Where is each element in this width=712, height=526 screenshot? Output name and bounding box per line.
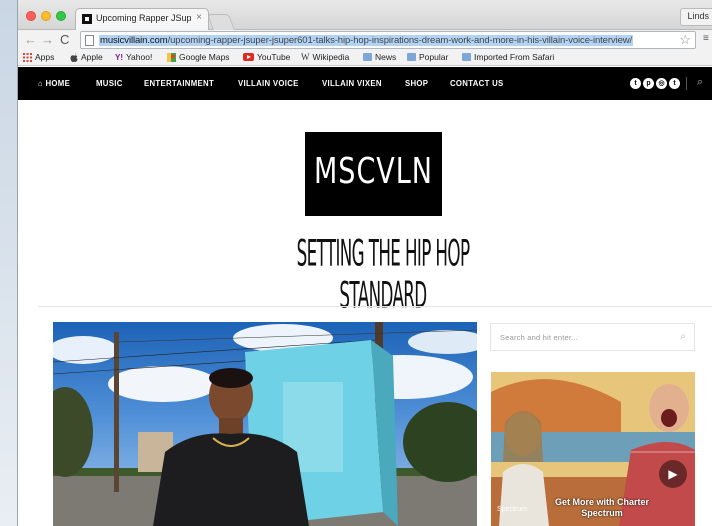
bookmark-label: News [375,52,397,62]
search-icon[interactable]: ⌕ [680,331,686,342]
nav-home[interactable]: ⌂ HOME [38,79,70,88]
twitter-icon[interactable]: t [630,78,641,89]
nav-home-label: HOME [45,79,71,88]
tab-close-icon[interactable]: × [196,12,202,23]
site-logo[interactable]: MSCVLN [305,132,442,216]
sidebar-search-input[interactable]: Search and hit enter... ⌕ [490,323,695,351]
new-tab-button[interactable] [207,14,235,30]
bookmark-label: Yahoo! [126,52,153,62]
bookmark-label: Imported From Safari [474,52,555,62]
url-text[interactable]: musicvillain.com/upcoming-rapper-jsuper-… [99,35,634,46]
browser-window: Upcoming Rapper JSuper × Linds ← → C mus… [17,0,712,526]
bookmarks-bar: Apps Apple Y! Yahoo! Google Maps YouTube… [18,50,712,66]
bookmark-label: Wikipedia [312,52,350,62]
folder-icon [462,53,471,61]
play-video-icon[interactable]: ▶ [659,460,687,488]
profile-button[interactable]: Linds [680,8,712,26]
bookmark-news[interactable]: News [363,52,396,62]
browser-toolbar: ← → C musicvillain.com/upcoming-rapper-j… [18,30,712,50]
instagram-icon[interactable]: ◎ [656,78,667,89]
bookmark-google-maps[interactable]: Google Maps [167,52,230,62]
google-maps-icon [167,52,176,62]
sidebar-video-ad[interactable]: ▶ Spectrum Get More with Charter Spectru… [491,372,695,526]
folder-icon [363,53,372,61]
url-domain: musicvillain.com [100,35,168,46]
wikipedia-icon: W [301,52,310,62]
nav-entertainment[interactable]: ENTERTAINMENT [144,79,214,88]
bookmark-label: YouTube [257,52,291,62]
address-bar[interactable]: musicvillain.com/upcoming-rapper-jsuper-… [80,31,696,49]
minimize-window-button[interactable] [41,11,51,21]
desktop-background [0,0,18,526]
bookmark-star-icon[interactable]: ☆ [679,32,691,48]
nav-villain-vixen[interactable]: VILLAIN VIXEN [322,79,382,88]
browser-tab[interactable]: Upcoming Rapper JSuper × [75,8,209,30]
search-placeholder: Search and hit enter... [500,333,578,342]
zoom-window-button[interactable] [56,11,66,21]
ad-caption: Get More with Charter Spectrum [554,497,649,518]
nav-contact-us[interactable]: CONTACT US [450,79,504,88]
logo-text: MSCVLN [314,150,433,193]
nav-villain-voice[interactable]: VILLAIN VOICE [238,79,299,88]
url-path: /upcoming-rapper-jsuper-jsuper601-talks-… [167,35,633,46]
tumblr-icon[interactable]: t [669,78,680,89]
bookmark-popular[interactable]: Popular [407,52,448,62]
close-window-button[interactable] [26,11,36,21]
nav-music[interactable]: MUSIC [96,79,123,88]
site-navigation: ⌂ HOME MUSIC ENTERTAINMENT VILLAIN VOICE… [18,67,712,100]
yahoo-icon: Y! [115,52,123,62]
pinterest-icon[interactable]: p [643,78,654,89]
site-tagline: SETTING THE HIP HOP STANDARD [296,233,470,317]
tab-bar: Upcoming Rapper JSuper × Linds [18,0,712,30]
bookmark-imported-from-safari[interactable]: Imported From Safari [462,52,554,62]
forward-arrow-icon[interactable]: → [41,32,54,48]
bookmark-label: Google Maps [179,52,230,62]
nav-shop[interactable]: SHOP [405,79,428,88]
menu-icon[interactable]: ≡ [703,33,709,44]
bookmark-youtube[interactable]: YouTube [243,52,290,62]
bookmark-wikipedia[interactable]: W Wikipedia [301,52,349,62]
nav-divider [686,77,687,90]
bookmark-label: Popular [419,52,449,62]
bookmark-label: Apps [35,52,55,62]
folder-icon [407,53,416,61]
apps-grid-icon [23,52,32,62]
article-featured-image[interactable] [53,322,477,526]
featured-photo [53,322,477,526]
bookmark-yahoo[interactable]: Y! Yahoo! [115,52,152,62]
search-icon[interactable]: ⌕ [697,76,703,89]
bookmark-apple[interactable]: Apple [70,52,103,62]
tab-title: Upcoming Rapper JSuper [96,13,191,23]
page-icon [85,35,94,46]
back-arrow-icon[interactable]: ← [24,32,37,48]
youtube-icon [243,53,254,61]
bookmark-label: Apple [81,52,103,62]
apple-icon [70,52,78,62]
bookmark-apps[interactable]: Apps [23,52,54,62]
site-favicon-icon [82,14,92,24]
header-divider [38,306,712,307]
reload-icon[interactable]: C [60,32,69,48]
ad-brand-label: Spectrum [497,506,527,513]
